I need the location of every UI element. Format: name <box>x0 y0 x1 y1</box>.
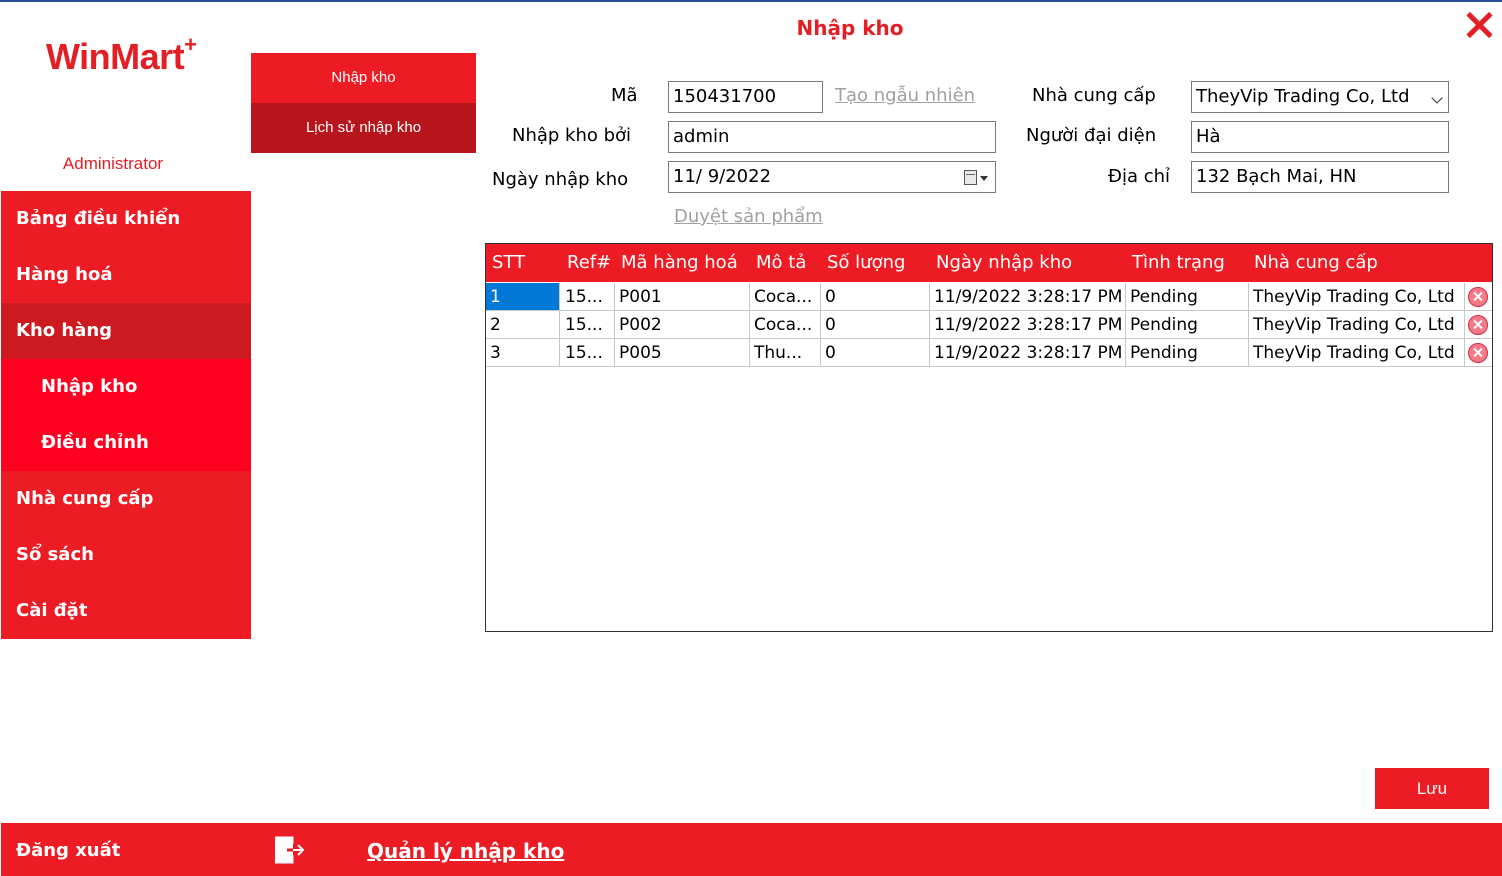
generate-random-link[interactable]: Tạo ngẫu nhiên <box>835 85 975 106</box>
save-button[interactable]: Lưu <box>1375 768 1489 809</box>
cell-import-date[interactable]: 11/9/2022 3:28:17 PM <box>930 283 1126 310</box>
cell-status[interactable]: Pending <box>1126 283 1249 310</box>
cell-stt[interactable]: 1 <box>486 283 560 310</box>
column-header-status[interactable]: Tình trạng <box>1132 244 1225 282</box>
imported-by-label: Nhập kho bởi <box>512 125 632 146</box>
chevron-down-icon[interactable] <box>1431 92 1443 104</box>
logout-button[interactable]: Đăng xuất <box>16 823 120 876</box>
cell-supplier[interactable]: TheyVip Trading Co, Ltd <box>1249 283 1465 310</box>
sidebar-item-books[interactable]: Sổ sách <box>1 527 251 583</box>
imported-by-field[interactable]: admin <box>668 121 996 153</box>
delete-row-icon[interactable] <box>1468 343 1488 363</box>
breadcrumb-link[interactable]: Quản lý nhập kho <box>367 823 564 876</box>
page-title: Nhập kho <box>796 16 904 40</box>
cell-sku[interactable]: P002 <box>615 311 750 338</box>
calendar-icon[interactable] <box>964 170 977 185</box>
cell-ref[interactable]: 15... <box>561 311 615 338</box>
cell-import-date[interactable]: 11/9/2022 3:28:17 PM <box>930 311 1126 338</box>
import-items-table[interactable]: STT Ref# Mã hàng hoá Mô tả Số lượng Ngày… <box>485 243 1493 632</box>
address-field[interactable]: 132 Bạch Mai, HN <box>1191 161 1449 193</box>
code-label: Mã <box>611 85 638 106</box>
cell-supplier[interactable]: TheyVip Trading Co, Ltd <box>1249 311 1465 338</box>
supplier-select[interactable]: TheyVip Trading Co, Ltd <box>1191 81 1449 113</box>
cell-description[interactable]: Coca... <box>750 283 821 310</box>
submenu-import-button[interactable]: Nhập kho <box>251 53 476 103</box>
column-header-sku[interactable]: Mã hàng hoá <box>621 244 738 282</box>
column-header-supplier[interactable]: Nhà cung cấp <box>1254 244 1378 282</box>
cell-description[interactable]: Coca... <box>750 311 821 338</box>
cell-ref[interactable]: 15... <box>561 339 615 366</box>
cell-stt[interactable]: 2 <box>486 311 560 338</box>
column-header-description[interactable]: Mô tả <box>756 244 806 282</box>
table-row[interactable]: 3 15... P005 Thu... 0 11/9/2022 3:28:17 … <box>486 339 1492 367</box>
submenu-history-button[interactable]: Lịch sử nhập kho <box>251 103 476 153</box>
cell-quantity[interactable]: 0 <box>821 283 930 310</box>
footer-bar: Đăng xuất Quản lý nhập kho <box>1 823 1502 876</box>
delete-row-icon[interactable] <box>1468 315 1488 335</box>
current-user-label: Administrator <box>62 154 164 173</box>
address-label: Địa chỉ <box>1108 166 1171 187</box>
column-header-stt[interactable]: STT <box>492 244 525 282</box>
delete-row-icon[interactable] <box>1468 287 1488 307</box>
code-field[interactable]: 150431700 <box>668 81 823 113</box>
cell-status[interactable]: Pending <box>1126 311 1249 338</box>
sidebar: Bảng điều khiển Hàng hoá Kho hàng Nhập k… <box>1 191 251 639</box>
cell-quantity[interactable]: 0 <box>821 339 930 366</box>
column-header-quantity[interactable]: Số lượng <box>827 244 905 282</box>
table-header: STT Ref# Mã hàng hoá Mô tả Số lượng Ngày… <box>486 244 1492 282</box>
representative-label: Người đại diện <box>1026 125 1157 146</box>
browse-products-link[interactable]: Duyệt sản phẩm <box>674 206 823 227</box>
submenu: Nhập kho Lịch sử nhập kho <box>251 53 476 153</box>
sidebar-item-dashboard[interactable]: Bảng điều khiển <box>1 191 251 247</box>
sidebar-item-settings[interactable]: Cài đặt <box>1 583 251 639</box>
table-row[interactable]: 1 15... P001 Coca... 0 11/9/2022 3:28:17… <box>486 283 1492 311</box>
cell-quantity[interactable]: 0 <box>821 311 930 338</box>
supplier-selected-value: TheyVip Trading Co, Ltd <box>1196 86 1410 107</box>
close-icon[interactable] <box>1462 8 1496 42</box>
sidebar-item-suppliers[interactable]: Nhà cung cấp <box>1 471 251 527</box>
column-header-import-date[interactable]: Ngày nhập kho <box>936 244 1072 282</box>
cell-import-date[interactable]: 11/9/2022 3:28:17 PM <box>930 339 1126 366</box>
sidebar-item-products[interactable]: Hàng hoá <box>1 247 251 303</box>
import-date-value: 11/ 9/2022 <box>673 166 772 187</box>
cell-status[interactable]: Pending <box>1126 339 1249 366</box>
table-row[interactable]: 2 15... P002 Coca... 0 11/9/2022 3:28:17… <box>486 311 1492 339</box>
import-date-picker[interactable]: 11/ 9/2022 <box>668 161 996 193</box>
representative-field[interactable]: Hà <box>1191 121 1449 153</box>
cell-description[interactable]: Thu... <box>750 339 821 366</box>
column-header-ref[interactable]: Ref# <box>567 244 611 282</box>
cell-stt[interactable]: 3 <box>486 339 560 366</box>
sidebar-subitem-adjust[interactable]: Điều chỉnh <box>1 415 251 471</box>
cell-sku[interactable]: P001 <box>615 283 750 310</box>
import-date-label: Ngày nhập kho <box>492 169 629 190</box>
sidebar-subitem-import[interactable]: Nhập kho <box>1 359 251 415</box>
cell-ref[interactable]: 15... <box>561 283 615 310</box>
supplier-label: Nhà cung cấp <box>1032 85 1156 106</box>
cell-sku[interactable]: P005 <box>615 339 750 366</box>
window: WinMart+ Administrator Bảng điều khiển H… <box>0 0 1502 876</box>
cell-supplier[interactable]: TheyVip Trading Co, Ltd <box>1249 339 1465 366</box>
logout-icon[interactable] <box>273 835 305 865</box>
sidebar-item-warehouse[interactable]: Kho hàng <box>1 303 251 359</box>
winmart-logo: WinMart+ <box>46 32 197 77</box>
dropdown-arrow-icon[interactable] <box>980 176 988 181</box>
